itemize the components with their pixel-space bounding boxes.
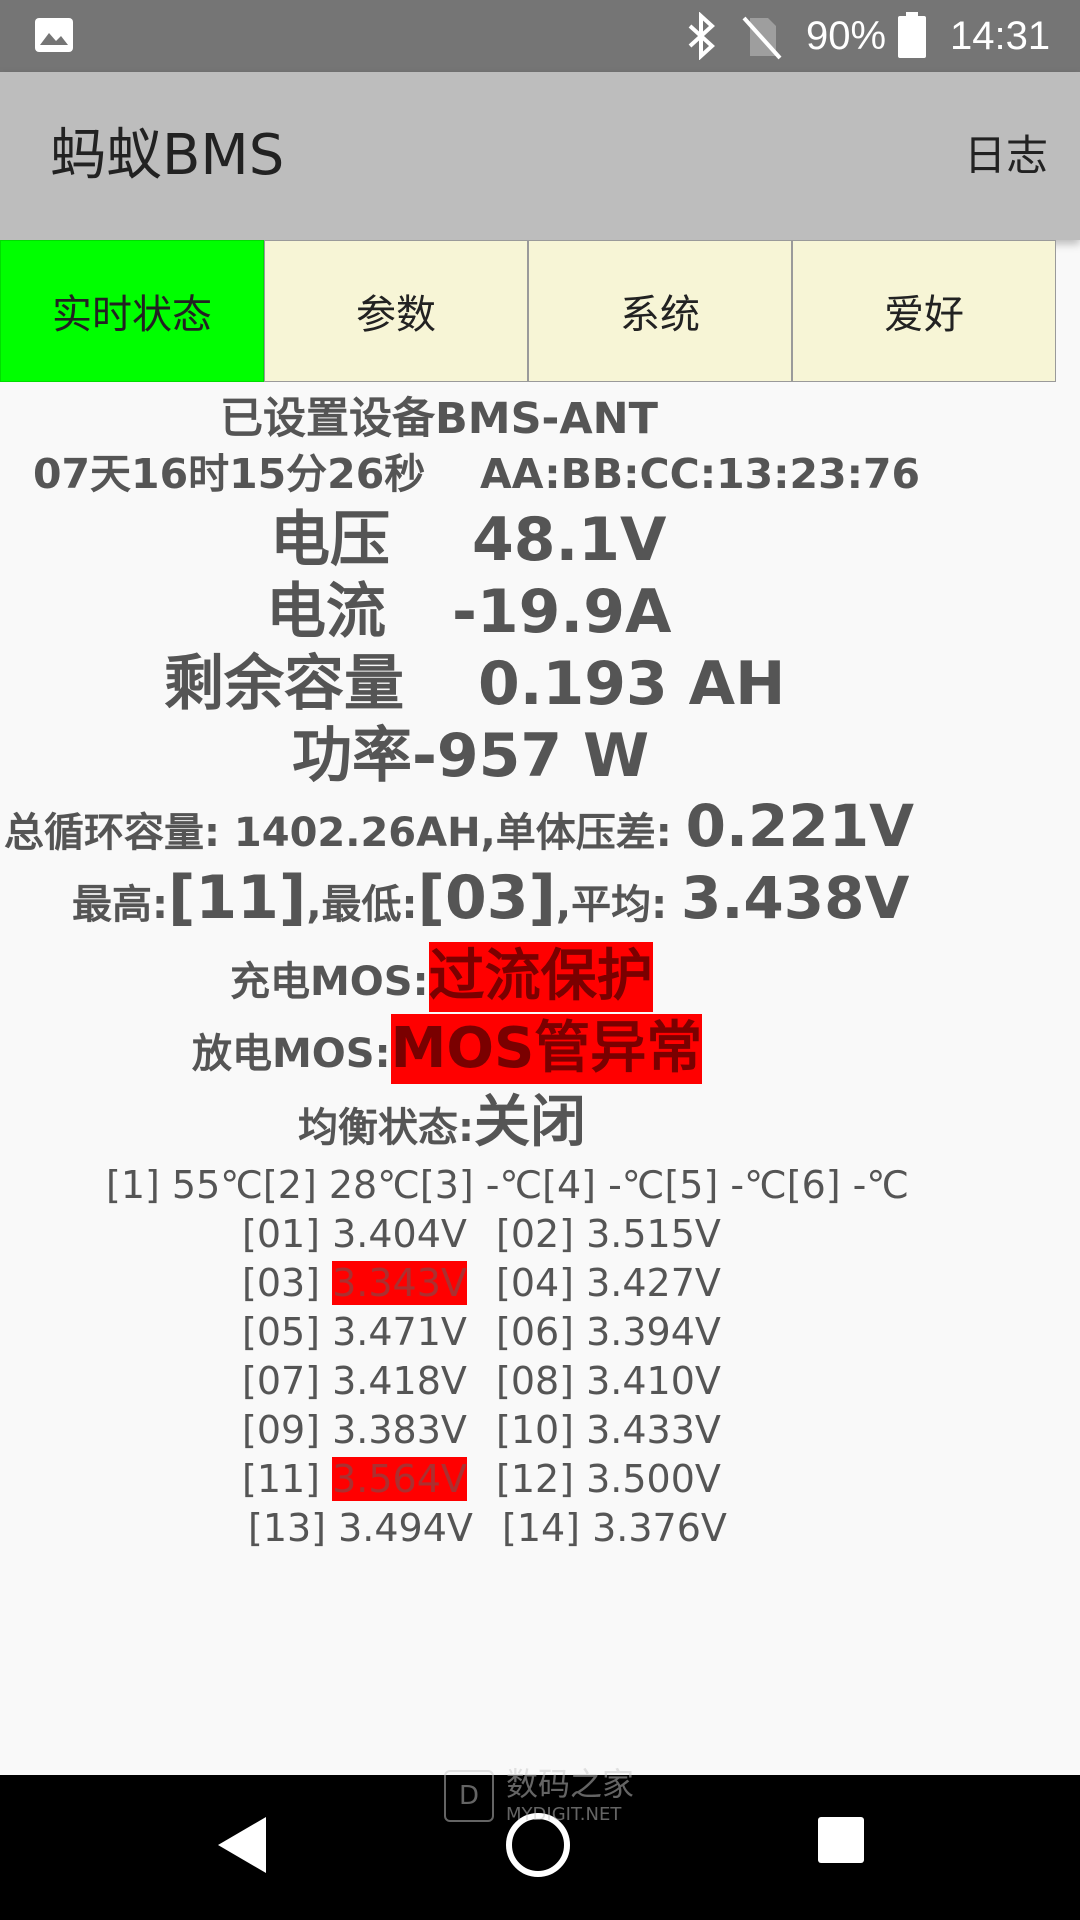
balance-line: 均衡状态:关闭 [298, 1088, 586, 1163]
cell-voltage-alarm: 3.343V [332, 1261, 467, 1305]
temperatures: [1] 55℃[2] 28℃[3] -℃[4] -℃[5] -℃[6] -℃ [106, 1163, 910, 1207]
avg-label: ,平均: [555, 882, 682, 928]
app-title: 蚂蚁BMS [50, 123, 285, 188]
cell-item: [06] 3.394V [496, 1308, 721, 1356]
cell-item: [03] 3.343V [242, 1259, 467, 1307]
cell-item: [05] 3.471V [242, 1308, 467, 1356]
cell-index: [06] [496, 1310, 575, 1354]
cell-index: [04] [496, 1261, 575, 1305]
no-sim-icon [742, 16, 782, 60]
discharge-mos-status: MOS管异常 [390, 1014, 703, 1084]
cell-index: [03] [242, 1261, 321, 1305]
gallery-notification-icon [35, 18, 73, 52]
watermark-subtext: MYDIGIT.NET [506, 1804, 622, 1825]
min-label: ,最低: [306, 882, 418, 928]
capacity-value: 0.193 AH [478, 649, 786, 719]
charge-mos-line: 充电MOS:过流保护 [230, 942, 653, 1017]
cell-item: [14] 3.376V [502, 1504, 727, 1552]
cell-voltage: 3.494V [338, 1506, 473, 1550]
cell-index: [05] [242, 1310, 321, 1354]
tab-realtime-status[interactable]: 实时状态 [0, 240, 264, 382]
cell-index: [11] [242, 1457, 321, 1501]
max-cell: [11] [168, 863, 307, 933]
tab-bar: 实时状态 参数 系统 爱好 [0, 240, 1056, 382]
cycle-capacity-text: 总循环容量: 1402.26AH,单体压差: [4, 810, 686, 856]
battery-percent: 90% [806, 14, 887, 58]
back-icon[interactable] [214, 1813, 270, 1877]
cell-index: [01] [242, 1212, 321, 1256]
cell-voltage: 3.404V [332, 1212, 467, 1256]
voltage-value: 48.1V [472, 505, 667, 575]
cell-voltage-diff: 0.221V [685, 792, 915, 860]
discharge-mos-label: 放电MOS: [192, 1031, 391, 1077]
clock: 14:31 [950, 14, 1051, 58]
mac-address: AA:BB:CC:13:23:76 [480, 450, 921, 498]
device-name: 已设置设备BMS-ANT [220, 394, 658, 444]
charge-mos-label: 充电MOS: [230, 959, 429, 1005]
battery-icon [898, 12, 926, 58]
charge-mos-status: 过流保护 [428, 942, 653, 1012]
recent-apps-icon[interactable] [818, 1817, 864, 1863]
cell-item: [13] 3.494V [248, 1504, 473, 1552]
cell-voltage: 3.500V [586, 1457, 721, 1501]
cell-voltage: 3.427V [586, 1261, 721, 1305]
balance-label: 均衡状态: [298, 1105, 474, 1151]
cell-index: [14] [502, 1506, 581, 1550]
tab-hobby[interactable]: 爱好 [792, 240, 1056, 382]
balance-status: 关闭 [474, 1090, 586, 1155]
cell-item: [04] 3.427V [496, 1259, 721, 1307]
power: 功率-957 W [292, 721, 650, 791]
status-bar: 90% 14:31 [0, 0, 1080, 72]
cell-item: [10] 3.433V [496, 1406, 721, 1454]
cell-voltage: 3.376V [592, 1506, 727, 1550]
cell-voltage: 3.515V [586, 1212, 721, 1256]
realtime-status-panel: 已设置设备BMS-ANT 07天16时15分26秒 AA:BB:CC:13:23… [0, 382, 1080, 1775]
max-min-avg-line: 最高:[11],最低:[03],平均: 3.438V [72, 866, 909, 937]
cell-index: [08] [496, 1359, 575, 1403]
cell-item: [09] 3.383V [242, 1406, 467, 1454]
watermark-text: 数码之家 [506, 1765, 635, 1803]
cell-voltage: 3.471V [332, 1310, 467, 1354]
watermark-logo-icon: D [444, 1770, 494, 1822]
capacity-label: 剩余容量 [164, 649, 404, 719]
app-bar: 蚂蚁BMS 日志 [0, 72, 1080, 240]
tab-parameters[interactable]: 参数 [264, 240, 528, 382]
cell-index: [07] [242, 1359, 321, 1403]
cell-index: [12] [496, 1457, 575, 1501]
bluetooth-icon [688, 12, 715, 60]
log-button[interactable]: 日志 [964, 126, 1048, 186]
max-label: 最高: [72, 882, 168, 928]
cell-voltage: 3.433V [586, 1408, 721, 1452]
cell-item: [01] 3.404V [242, 1210, 467, 1258]
cell-item: [11] 3.564V [242, 1455, 467, 1503]
cell-index: [13] [248, 1506, 327, 1550]
cell-item: [08] 3.410V [496, 1357, 721, 1405]
tab-system[interactable]: 系统 [528, 240, 792, 382]
current-value: -19.9A [452, 577, 672, 647]
cell-voltage: 3.383V [332, 1408, 467, 1452]
voltage-label: 电压 [270, 505, 390, 575]
current-label: 电流 [266, 577, 386, 647]
cell-voltage-alarm: 3.564V [332, 1457, 467, 1501]
cell-index: [09] [242, 1408, 321, 1452]
cell-index: [10] [496, 1408, 575, 1452]
cycle-capacity-line: 总循环容量: 1402.26AH,单体压差: 0.221V [4, 796, 914, 863]
watermark: D 数码之家 MYDIGIT.NET [444, 1764, 644, 1830]
cell-index: [02] [496, 1212, 575, 1256]
cell-voltage: 3.410V [586, 1359, 721, 1403]
min-cell: [03] [417, 863, 556, 933]
cell-voltage: 3.418V [332, 1359, 467, 1403]
cell-voltage: 3.394V [586, 1310, 721, 1354]
cell-item: [02] 3.515V [496, 1210, 721, 1258]
uptime: 07天16时15分26秒 [33, 450, 426, 498]
avg-voltage: 3.438V [681, 864, 910, 932]
cell-item: [12] 3.500V [496, 1455, 721, 1503]
discharge-mos-line: 放电MOS:MOS管异常 [192, 1014, 703, 1089]
cell-item: [07] 3.418V [242, 1357, 467, 1405]
